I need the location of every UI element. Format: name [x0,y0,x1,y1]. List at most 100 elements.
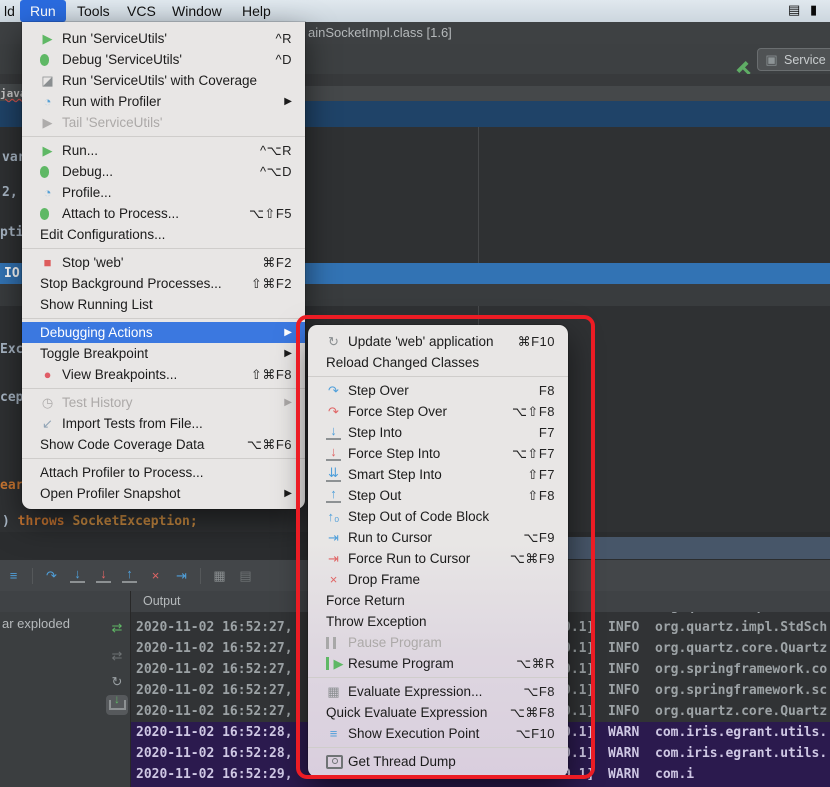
menu-item-import-tests-from-file[interactable]: ↙Import Tests from File... [22,413,305,434]
menu-item-icon-cell: ◷ [40,396,62,410]
menu-item-force-run-to-cursor[interactable]: ⇥Force Run to Cursor⌥⌘F9 [308,548,568,569]
bug-icon [40,54,49,66]
menu-item-force-step-over[interactable]: ↷Force Step Over⌥⇧F8 [308,401,568,422]
toolbar-show-exec-button[interactable]: ≡ [6,569,21,583]
toolbar-step-over-button[interactable]: ↷ [44,569,59,583]
log-lvl: INFO [608,638,639,659]
menu-item-run-to-cursor[interactable]: ⇥Run to Cursor⌥F9 [308,527,568,548]
menu-item-shortcut: ^⌥D [260,164,292,180]
run-configuration-selector[interactable]: ▣ Service [757,48,830,71]
menu-item-step-into[interactable]: ↓Step IntoF7 [308,422,568,443]
menu-item-quick-evaluate-expression[interactable]: Quick Evaluate Expression⌥⌘F8 [308,702,568,723]
menu-item-debug[interactable]: Debug...^⌥D [22,161,305,182]
toolbar-evaluate-button[interactable]: ▦ [212,569,227,583]
menu-item-shortcut: ⌥⌘R [516,656,555,672]
menu-item-stop-background-processes[interactable]: Stop Background Processes...⇧⌘F2 [22,273,305,294]
menubar-item-ld[interactable]: ld [0,0,19,22]
menu-item-tail-serviceutils[interactable]: ▶Tail 'ServiceUtils' [22,112,305,133]
toolbar-step-into-button[interactable]: ↓ [70,568,85,582]
panel-divider[interactable] [130,591,131,787]
menu-item-run-serviceutils[interactable]: ▶Run 'ServiceUtils'^R [22,28,305,49]
toolbar-step-out-button[interactable]: ↑ [122,568,137,582]
display-settings-icon[interactable]: ▤ [788,2,800,18]
menu-item-label: Show Running List [40,297,292,312]
menu-item-shortcut: ⌥⇧F5 [249,206,292,222]
menu-item-attach-profiler-to-process[interactable]: Attach Profiler to Process... [22,462,305,483]
menu-item-label: Show Execution Point [348,726,494,741]
menu-item-icon-cell [40,54,62,66]
menu-item-icon-cell: ↙ [40,417,62,431]
step-out-icon: ↑ [122,568,137,582]
swap-green-icon: ⇄ [110,621,125,635]
toolbar-run-to-cursor-button[interactable]: ⇥ [174,569,189,583]
menu-item-label: Show Code Coverage Data [40,437,225,452]
import-test-icon: ↙ [40,417,55,431]
menu-item-debugging-actions[interactable]: Debugging Actions▶ [22,322,305,343]
menu-item-label: View Breakpoints... [62,367,229,382]
menu-item-icon-cell: ■ [40,256,62,270]
menu-item-debug-serviceutils[interactable]: Debug 'ServiceUtils'^D [22,49,305,70]
log-ts: 2020-11-02 16:52:27, [136,701,293,722]
panel-swap-green-button[interactable]: ⇄ [106,618,128,638]
menu-item-icon-cell [40,208,62,220]
menu-item-show-execution-point[interactable]: ≡Show Execution Point⌥F10 [308,723,568,744]
app-window-icon[interactable]: ▮ [810,2,817,18]
run-play-icon: ▶ [40,32,55,46]
menu-item-open-profiler-snapshot[interactable]: Open Profiler Snapshot▶ [22,483,305,504]
menu-item-show-running-list[interactable]: Show Running List [22,294,305,315]
log-ts: 2020-11-02 16:52:28, [136,743,293,764]
play-disabled-icon: ▶ [40,116,55,130]
menubar-item-tools[interactable]: Tools [73,0,114,22]
menu-item-shortcut: ⌘F2 [262,255,292,271]
menubar-item-vcs[interactable]: VCS [123,0,160,22]
toolbar-drop-frame-button[interactable]: × [148,569,163,583]
service-window-icon: ▣ [764,53,779,67]
menu-separator [308,376,568,377]
panel-refresh-gray-button[interactable]: ↻ [106,672,128,692]
menu-item-step-out[interactable]: ↑Step Out⇧F8 [308,485,568,506]
menubar-item-run[interactable]: Run [20,0,66,22]
menu-item-force-step-into[interactable]: ↓Force Step Into⌥⇧F7 [308,443,568,464]
menu-item-step-over[interactable]: ↷Step OverF8 [308,380,568,401]
menu-item-throw-exception[interactable]: Throw Exception [308,611,568,632]
toolbar-layout-muted-button[interactable]: ▤ [238,569,253,583]
menu-item-profile[interactable]: ◔Profile... [22,182,305,203]
menubar-item-window[interactable]: Window [168,0,226,22]
menu-item-show-code-coverage-data[interactable]: Show Code Coverage Data⌥⌘F6 [22,434,305,455]
menu-item-pause-program[interactable]: Pause Program [308,632,568,653]
menu-item-force-return[interactable]: Force Return [308,590,568,611]
log-ts: 2020-11-02 16:52:27, [136,638,293,659]
menu-item-shortcut: ⌥F10 [516,726,555,742]
menu-item-label: Test History [62,395,274,410]
panel-tray-button[interactable]: ↓ [106,695,128,715]
menu-item-step-out-of-code-block[interactable]: ↑₀Step Out of Code Block [308,506,568,527]
menu-item-run[interactable]: ▶Run...^⌥R [22,140,305,161]
menu-item-get-thread-dump[interactable]: Get Thread Dump [308,751,568,772]
drop-frame-icon: × [148,569,163,583]
menu-item-run-with-profiler[interactable]: ◔Run with Profiler▶ [22,91,305,112]
coverage-icon: ◪ [40,74,55,88]
breakpoint-icon: ● [40,368,55,382]
menu-item-run-serviceutils-with-coverage[interactable]: ◪Run 'ServiceUtils' with Coverage [22,70,305,91]
menu-item-smart-step-into[interactable]: ⇊Smart Step Into⇧F7 [308,464,568,485]
menu-item-evaluate-expression[interactable]: ▦Evaluate Expression...⌥F8 [308,681,568,702]
menu-item-toggle-breakpoint[interactable]: Toggle Breakpoint▶ [22,343,305,364]
menu-item-edit-configurations[interactable]: Edit Configurations... [22,224,305,245]
menu-item-drop-frame[interactable]: ×Drop Frame [308,569,568,590]
menu-item-label: Run 'ServiceUtils' [62,31,254,46]
menu-item-reload-changed-classes[interactable]: Reload Changed Classes [308,352,568,373]
tray-icon: ↓ [109,700,126,710]
build-hammer-icon[interactable] [736,56,749,74]
refresh-icon: ↻ [326,335,341,349]
menu-item-resume-program[interactable]: ▶Resume Program⌥⌘R [308,653,568,674]
menu-item-attach-to-process[interactable]: Attach to Process...⌥⇧F5 [22,203,305,224]
panel-swap-muted-button[interactable]: ⇄ [106,646,128,666]
menu-item-test-history[interactable]: ◷Test History▶ [22,392,305,413]
menubar-item-help[interactable]: Help [238,0,275,22]
menu-item-update-web-application[interactable]: ↻Update 'web' application⌘F10 [308,331,568,352]
toolbar-force-step-into-button[interactable]: ↓ [96,568,111,582]
menu-item-icon-cell: ▦ [326,685,348,699]
menu-item-stop-web[interactable]: ■Stop 'web'⌘F2 [22,252,305,273]
menu-item-view-breakpoints[interactable]: ●View Breakpoints...⇧⌘F8 [22,364,305,385]
run-to-cursor-icon: ⇥ [326,531,341,545]
